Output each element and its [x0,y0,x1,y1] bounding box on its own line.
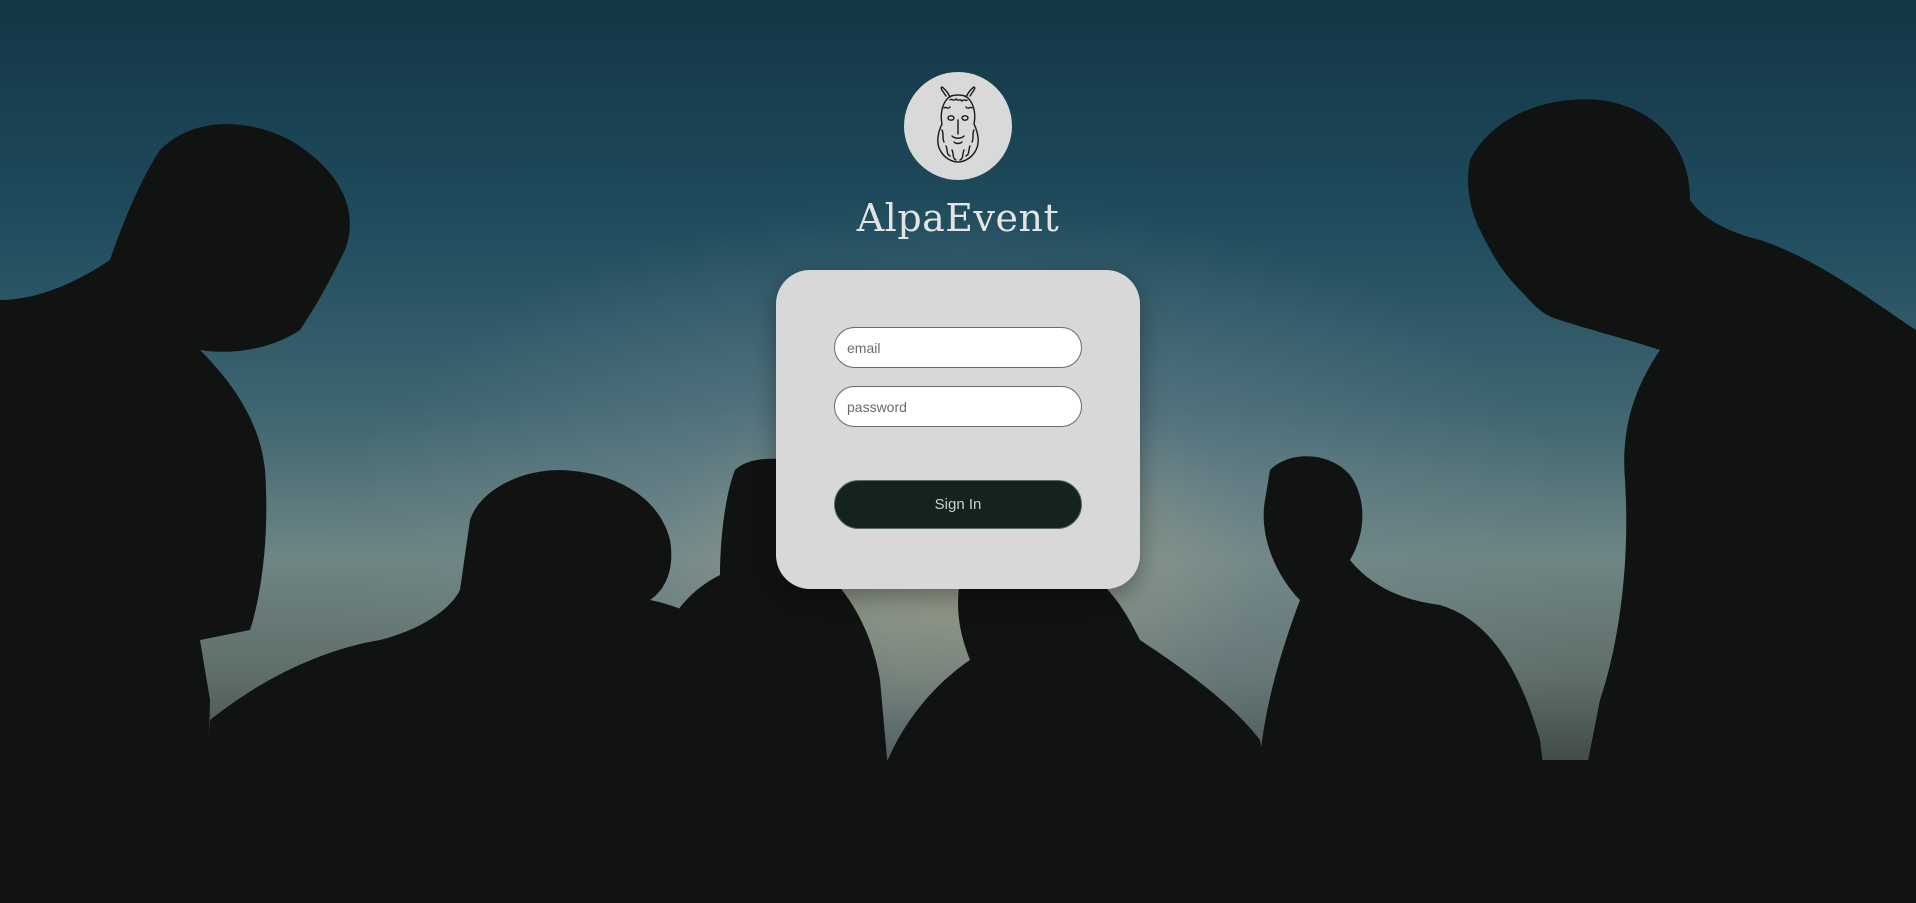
alpaca-head-icon [937,86,979,163]
app-logo [904,72,1012,180]
email-input[interactable] [834,327,1082,368]
app-title: AlpaEvent [856,196,1060,240]
password-input[interactable] [834,386,1082,427]
sign-in-button[interactable]: Sign In [834,480,1082,529]
login-card: Sign In [776,270,1140,589]
